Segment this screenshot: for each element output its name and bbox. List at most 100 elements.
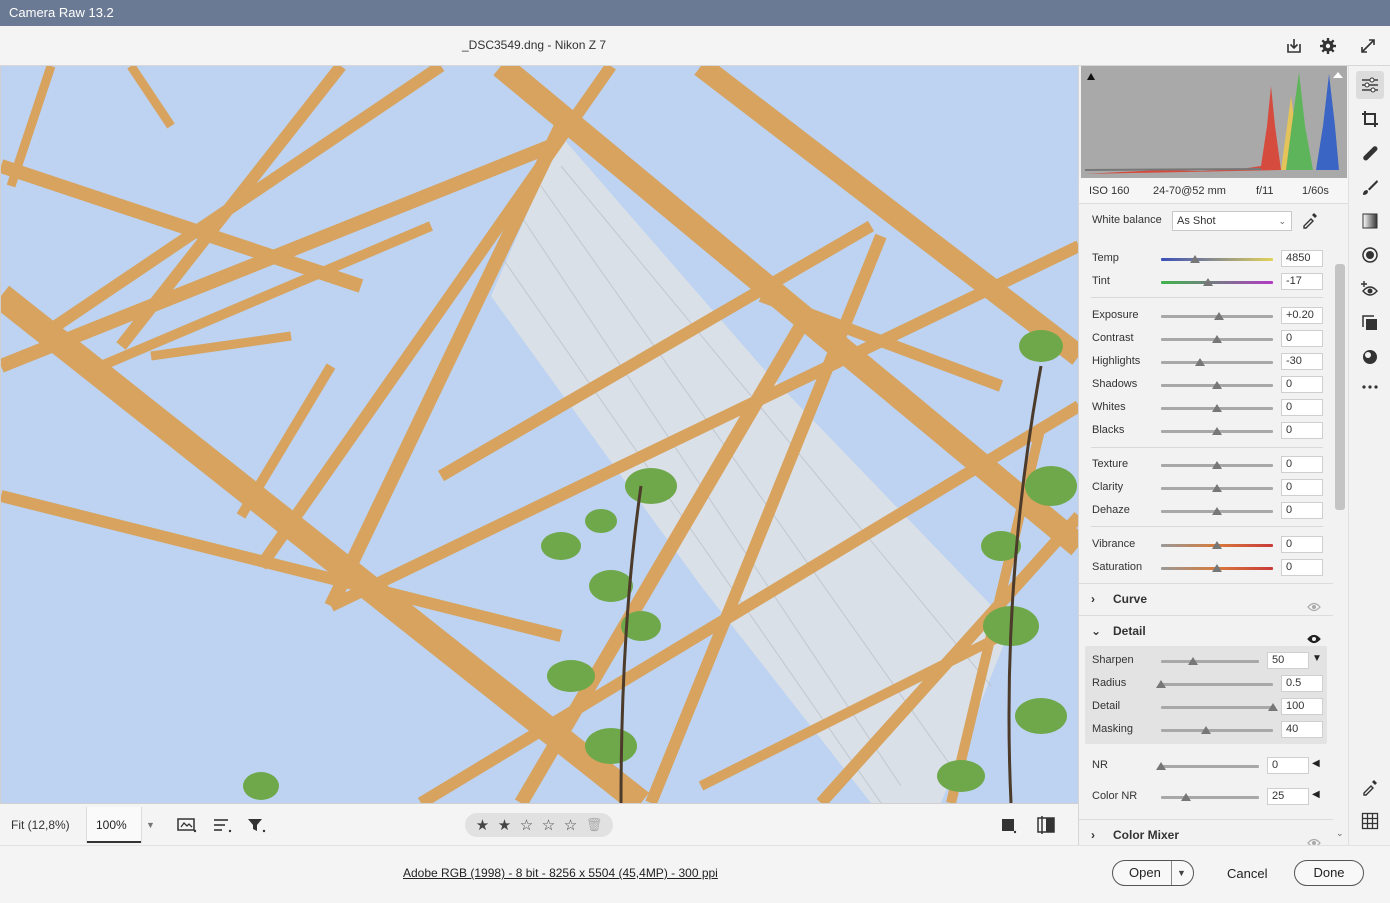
slider-value-field[interactable]: 25 [1267,788,1309,805]
cancel-button[interactable]: Cancel [1227,866,1267,881]
curve-section-header[interactable]: › Curve [1079,583,1333,613]
slider-value-field[interactable]: +0.20 [1281,307,1323,324]
star-3-icon[interactable]: ☆ [518,816,535,834]
slider-track[interactable] [1161,683,1273,686]
slider-thumb[interactable] [1203,278,1214,286]
slider-thumb[interactable] [1212,335,1222,343]
slider-value-field[interactable]: 0 [1281,536,1323,553]
exif-shutter: 1/60s [1302,185,1329,197]
slider-value-field[interactable]: 0 [1281,559,1323,576]
slider-thumb[interactable] [1156,680,1166,688]
slider-value-field[interactable]: 0 [1281,502,1323,519]
slider-thumb[interactable] [1188,657,1199,665]
red-eye-icon[interactable] [1356,275,1384,303]
slider-value-field[interactable]: 50 [1267,652,1309,669]
more-icon[interactable] [1356,373,1384,401]
grid-icon[interactable] [1356,807,1384,835]
slider-value-field[interactable]: 4850 [1281,250,1323,267]
slider-track[interactable] [1161,361,1273,364]
slider-thumb[interactable] [1212,404,1222,412]
crop-icon[interactable] [1356,105,1384,133]
slider-value-field[interactable]: -30 [1281,353,1323,370]
star-2-icon[interactable]: ★ [496,816,513,834]
slider-value-field[interactable]: 0 [1281,479,1323,496]
white-balance-eyedropper-icon[interactable] [1301,211,1321,231]
slider-thumb[interactable] [1212,564,1222,572]
slider-thumb[interactable] [1214,312,1225,320]
slider-track[interactable] [1161,258,1273,261]
panel-scrollbar[interactable] [1335,264,1345,510]
presets-icon[interactable] [1356,343,1384,371]
open-options-icon[interactable]: ▼ [1177,861,1186,885]
white-balance-select[interactable]: As Shot ⌄ [1172,211,1292,231]
star-4-icon[interactable]: ☆ [540,816,557,834]
zoom-dropdown-icon[interactable]: ▼ [141,807,159,843]
workflow-options-link[interactable]: Adobe RGB (1998) - 8 bit - 8256 x 5504 (… [403,866,718,880]
trash-icon[interactable]: 🗑 [584,817,604,833]
slider-track[interactable] [1161,796,1259,799]
star-1-icon[interactable]: ★ [474,816,491,834]
filter-icon[interactable] [244,814,268,836]
section-divider [1091,297,1323,298]
eyedropper-icon[interactable] [1356,773,1384,801]
color-mixer-visibility-icon[interactable] [1307,829,1321,845]
zoom-fit-button[interactable]: Fit (12,8%) [3,807,87,843]
slider-value-field[interactable]: 0 [1281,422,1323,439]
sharpen-expand-icon[interactable]: ▼ [1312,653,1322,664]
slider-thumb[interactable] [1212,381,1222,389]
slider-value-field[interactable]: 0.5 [1281,675,1323,692]
color-mixer-section-header[interactable]: › Color Mixer [1079,819,1333,845]
sort-icon[interactable] [210,814,234,836]
slider-thumb[interactable] [1180,793,1191,801]
slider-thumb[interactable] [1268,703,1278,711]
slider-thumb[interactable] [1189,255,1200,263]
settings-icon[interactable] [1317,35,1339,57]
slider-value-field[interactable]: 40 [1281,721,1323,738]
zoom-100-button[interactable]: 100% [87,807,141,843]
snapshots-icon[interactable] [1356,309,1384,337]
slider-value-field[interactable]: 0 [1281,456,1323,473]
open-button[interactable]: Open ▼ [1112,860,1194,886]
slider-thumb[interactable] [1212,507,1222,515]
slider-thumb[interactable] [1212,484,1222,492]
scroll-down-icon[interactable]: ⌄ [1336,828,1344,839]
slider-thumb[interactable] [1212,427,1222,435]
slider-thumb[interactable] [1212,461,1222,469]
slider-thumb[interactable] [1156,762,1166,770]
section-divider [1091,526,1323,527]
healing-icon[interactable] [1356,139,1384,167]
slider-track[interactable] [1161,729,1273,732]
star-5-icon[interactable]: ☆ [562,816,579,834]
slider-track[interactable] [1161,660,1259,663]
brush-icon[interactable] [1356,173,1384,201]
exif-aperture: f/11 [1256,185,1274,197]
slider-track[interactable] [1161,281,1273,284]
filmstrip-icon[interactable] [175,814,199,836]
fullscreen-icon[interactable] [1357,35,1379,57]
slider-value-field[interactable]: 0 [1281,399,1323,416]
slider-value-field[interactable]: -17 [1281,273,1323,290]
radial-filter-icon[interactable] [1356,241,1384,269]
done-button-label: Done [1313,865,1345,880]
slider-thumb[interactable] [1200,726,1211,734]
slider-value-field[interactable]: 0 [1281,376,1323,393]
slider-label: Whites [1092,401,1126,413]
expand-left-icon[interactable]: ◀ [1312,789,1320,800]
image-preview[interactable] [0,66,1078,803]
slider-track[interactable] [1161,765,1259,768]
done-button[interactable]: Done [1294,860,1364,886]
save-icon[interactable] [1283,35,1305,57]
slider-thumb[interactable] [1212,541,1222,549]
view-mode-icon[interactable] [996,814,1020,836]
detail-section-header[interactable]: ⌄ Detail [1079,615,1333,645]
slider-value-field[interactable]: 0 [1267,757,1309,774]
slider-value-field[interactable]: 0 [1281,330,1323,347]
gradient-icon[interactable] [1356,207,1384,235]
expand-left-icon[interactable]: ◀ [1312,758,1320,769]
before-after-icon[interactable] [1034,814,1058,836]
slider-thumb[interactable] [1195,358,1206,366]
edit-icon[interactable] [1356,71,1384,99]
slider-track[interactable] [1161,706,1273,709]
slider-label: Tint [1092,275,1110,287]
slider-value-field[interactable]: 100 [1281,698,1323,715]
